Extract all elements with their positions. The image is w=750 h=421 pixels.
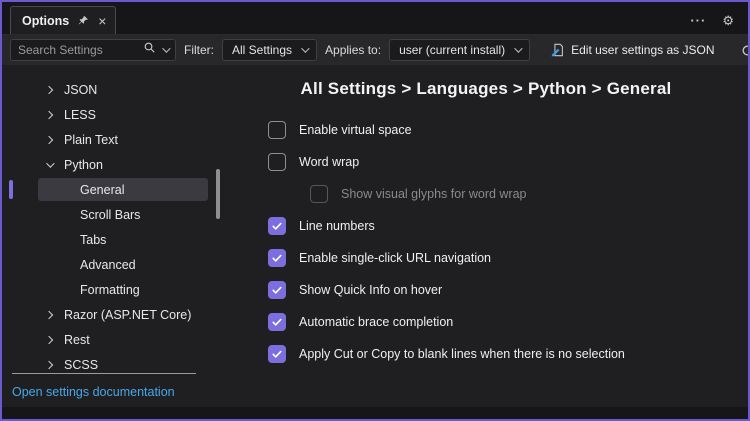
chevron-down-icon (514, 44, 523, 53)
titlebar: Options × ··· ⚙ (2, 2, 748, 35)
sidebar-scrollbar[interactable] (216, 169, 220, 279)
setting-row-automatic-brace-completion: Automatic brace completion (224, 306, 748, 338)
close-icon[interactable]: × (98, 14, 106, 28)
tree-item-label: Plain Text (64, 132, 118, 147)
setting-row-enable-virtual-space: Enable virtual space (224, 114, 748, 146)
tab-title: Options (22, 13, 70, 28)
tree-item-label: General (80, 182, 125, 197)
more-icon[interactable]: ··· (690, 14, 706, 27)
tree-item-label: Formatting (80, 282, 140, 297)
chevron-down-icon (301, 44, 310, 53)
tree-item-label: Advanced (80, 257, 136, 272)
search-input[interactable] (18, 43, 137, 57)
setting-row-show-visual-glyphs-for-word-wrap: Show visual glyphs for word wrap (224, 178, 748, 210)
tree-item-formatting[interactable]: Formatting (2, 277, 224, 302)
tree-item-json[interactable]: JSON (2, 77, 224, 102)
settings-list: Enable virtual space Word wrap Show visual… (224, 114, 748, 370)
setting-row-enable-single-click-url-navigation: Enable single-click URL navigation (224, 242, 748, 274)
setting-row-line-numbers: Line numbers (224, 210, 748, 242)
checkbox-enable-virtual-space[interactable] (268, 121, 286, 139)
search-icon[interactable] (143, 41, 156, 59)
tab-options[interactable]: Options × (10, 6, 117, 34)
chevron-right-icon[interactable] (44, 135, 54, 144)
setting-label: Line numbers (299, 219, 375, 233)
setting-row-word-wrap: Word wrap (224, 146, 748, 178)
setting-row-apply-cut-or-copy-to-blank-lines-when-there-is-no-selection: Apply Cut or Copy to blank lines when th… (224, 338, 748, 370)
checkbox-apply-cut-or-copy-to-blank-lines-when-there-is-no-selection[interactable] (268, 345, 286, 363)
setting-label: Enable single-click URL navigation (299, 251, 491, 265)
settings-tree: JSON LESS Plain Text Python General Scroll Ba… (2, 77, 224, 377)
tree-item-label: Scroll Bars (80, 207, 141, 222)
gear-icon[interactable]: ⚙ (722, 14, 734, 27)
applies-to-dropdown[interactable]: user (current install) (389, 39, 531, 61)
options-window: Options × ··· ⚙ Filter: (0, 0, 750, 421)
tree-item-label: Tabs (80, 232, 107, 247)
tree-item-tabs[interactable]: Tabs (2, 227, 224, 252)
filter-label: Filter: (184, 43, 214, 57)
edit-json-button[interactable]: Edit user settings as JSON (546, 40, 719, 60)
filter-dropdown[interactable]: All Settings (222, 39, 318, 61)
chevron-down-icon[interactable] (46, 158, 55, 168)
applies-to-dropdown-value: user (current install) (399, 43, 506, 57)
filter-dropdown-value: All Settings (232, 43, 293, 57)
setting-label: Apply Cut or Copy to blank lines when th… (299, 347, 625, 361)
setting-label: Show visual glyphs for word wrap (341, 187, 527, 201)
setting-label: Word wrap (299, 155, 360, 169)
chevron-right-icon[interactable] (44, 85, 54, 94)
tree-item-scroll-bars[interactable]: Scroll Bars (2, 202, 224, 227)
tree-item-label: Python (64, 157, 103, 172)
edit-json-icon (551, 43, 565, 57)
breadcrumb: All Settings > Languages > Python > Gene… (300, 79, 672, 98)
tree-item-label: Razor (ASP.NET Core) (64, 307, 192, 322)
checkbox-enable-single-click-url-navigation[interactable] (268, 249, 286, 267)
tree-item-advanced[interactable]: Advanced (2, 252, 224, 277)
scrollbar-thumb[interactable] (216, 169, 220, 219)
bottom-strip (2, 407, 748, 419)
open-settings-documentation-link[interactable]: Open settings documentation (12, 385, 175, 399)
sidebar-footer: Open settings documentation (12, 373, 196, 401)
setting-label: Enable virtual space (299, 123, 412, 137)
main-panel: All Settings > Languages > Python > Gene… (224, 65, 748, 407)
tree-item-razor-asp-net-core[interactable]: Razor (ASP.NET Core) (2, 302, 224, 327)
applies-to-label: Applies to: (325, 43, 382, 57)
checkbox-show-visual-glyphs-for-word-wrap (310, 185, 328, 203)
checkbox-line-numbers[interactable] (268, 217, 286, 235)
checkbox-automatic-brace-completion[interactable] (268, 313, 286, 331)
setting-label: Show Quick Info on hover (299, 283, 443, 297)
chevron-right-icon[interactable] (44, 360, 54, 369)
edit-json-label: Edit user settings as JSON (571, 43, 715, 57)
divider (12, 373, 196, 374)
setting-label: Automatic brace completion (299, 315, 454, 329)
chevron-right-icon[interactable] (44, 335, 54, 344)
tree-item-label: SCSS (64, 357, 99, 372)
sync-button[interactable]: Sync (736, 40, 748, 60)
search-box[interactable] (10, 39, 176, 61)
chevron-right-icon[interactable] (44, 110, 54, 119)
checkbox-word-wrap[interactable] (268, 153, 286, 171)
pin-icon[interactable] (78, 15, 89, 26)
tree-item-plain-text[interactable]: Plain Text (2, 127, 224, 152)
tree-item-general[interactable]: General (2, 177, 224, 202)
tree-item-python[interactable]: Python (2, 152, 224, 177)
tree-item-label: JSON (64, 82, 98, 97)
setting-row-show-quick-info-on-hover: Show Quick Info on hover (224, 274, 748, 306)
content: JSON LESS Plain Text Python General Scroll Ba… (2, 65, 748, 407)
sync-icon (741, 44, 748, 57)
sidebar: JSON LESS Plain Text Python General Scroll Ba… (2, 65, 224, 407)
toolbar: Filter: All Settings Applies to: user (c… (2, 35, 748, 65)
tree-item-rest[interactable]: Rest (2, 327, 224, 352)
chevron-right-icon[interactable] (44, 310, 54, 319)
tree-item-less[interactable]: LESS (2, 102, 224, 127)
checkbox-show-quick-info-on-hover[interactable] (268, 281, 286, 299)
tree-item-label: LESS (64, 107, 96, 122)
chevron-down-icon[interactable] (162, 44, 171, 53)
titlebar-actions: ··· ⚙ (690, 14, 740, 34)
tree-item-label: Rest (64, 332, 90, 347)
